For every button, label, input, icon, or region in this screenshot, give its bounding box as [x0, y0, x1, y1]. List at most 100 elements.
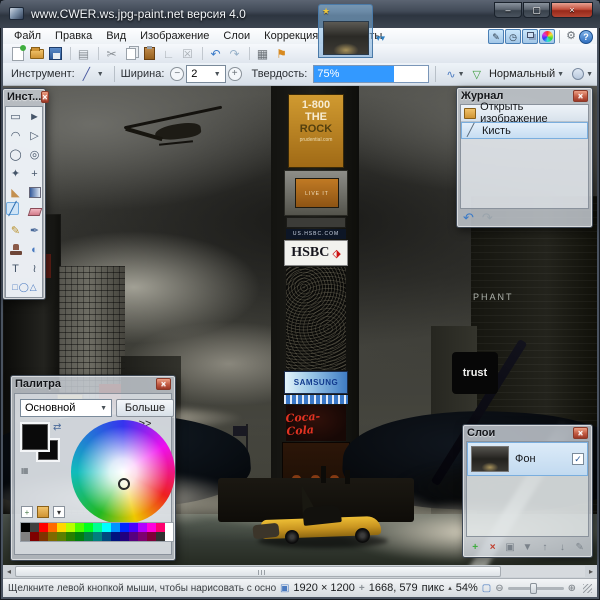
menu-Вид[interactable]: Вид	[99, 29, 133, 43]
color-swatch[interactable]	[84, 532, 93, 541]
tools-window-titlebar[interactable]: Инст... ×	[3, 89, 45, 105]
color-swatch[interactable]	[120, 523, 129, 532]
color-target-select[interactable]: Основной ▼	[20, 399, 112, 417]
layer-visible-checkbox[interactable]: ✓	[572, 453, 584, 465]
color-swatch[interactable]	[75, 523, 84, 532]
color-swatch[interactable]	[129, 532, 138, 541]
help-button[interactable]: ?	[579, 30, 593, 44]
color-swatch[interactable]	[66, 523, 75, 532]
crop-button[interactable]: ∟	[160, 46, 177, 62]
eraser-tool[interactable]	[25, 202, 44, 221]
color-swatch[interactable]	[66, 532, 75, 541]
redo-icon[interactable]: ↷	[482, 210, 493, 226]
undo-button[interactable]: ↶	[207, 46, 224, 62]
rectangle-select-tool[interactable]: ▭	[6, 107, 25, 126]
magic-wand-tool[interactable]: ✦	[6, 164, 25, 183]
zoom-out-icon[interactable]: ⊖	[495, 583, 503, 594]
antialiasing-button[interactable]: ▽	[469, 65, 485, 83]
minimize-button[interactable]: –	[494, 2, 522, 18]
delete-layer-button[interactable]: ×	[485, 540, 499, 555]
move-layer-down-button[interactable]: ↓	[555, 540, 569, 555]
clone-stamp-tool[interactable]	[6, 240, 25, 259]
layers-window-toggle[interactable]	[522, 29, 538, 44]
palette-menu-icon[interactable]: ▾	[53, 506, 65, 518]
undo-icon[interactable]: ↶	[463, 210, 474, 226]
menu-Правка[interactable]: Правка	[48, 29, 99, 43]
scrollbar-thumb[interactable]	[15, 566, 501, 577]
color-swatch[interactable]	[57, 523, 66, 532]
color-picker-tool[interactable]: ✒	[25, 221, 44, 240]
paint-bucket-tool[interactable]: ◣	[6, 183, 25, 202]
duplicate-layer-button[interactable]: ▣	[503, 540, 517, 555]
image-tab[interactable]: ★	[318, 4, 373, 58]
zoom-slider[interactable]	[508, 587, 564, 590]
layer-row[interactable]: Фон✓	[467, 442, 588, 476]
history-item[interactable]: Открыть изображение	[461, 105, 588, 122]
close-icon[interactable]: ×	[573, 427, 588, 439]
new-file-button[interactable]	[9, 46, 26, 62]
color-swatch[interactable]	[21, 523, 30, 532]
color-swatch[interactable]	[21, 532, 30, 541]
color-swatch[interactable]	[48, 523, 57, 532]
zoom-slider-thumb[interactable]	[530, 583, 537, 594]
resize-grip[interactable]	[583, 584, 592, 593]
color-swatch[interactable]	[48, 532, 57, 541]
move-layer-up-button[interactable]: ↑	[538, 540, 552, 555]
current-tool-button[interactable]: ╱ ▼	[79, 65, 108, 83]
color-swatch[interactable]	[111, 532, 120, 541]
image-list-chevron-icon[interactable]: ▾▾	[376, 36, 388, 41]
width-combo[interactable]: 2 ▼	[186, 65, 226, 83]
ruler-button[interactable]: ⚑	[273, 46, 290, 62]
palette-folder-icon[interactable]	[37, 506, 49, 518]
color-swatch[interactable]	[147, 523, 156, 532]
lasso-select-tool[interactable]: ◠	[6, 126, 25, 145]
color-swatch[interactable]	[75, 532, 84, 541]
ellipse-select-tool[interactable]: ◯	[6, 145, 25, 164]
close-button[interactable]: ×	[551, 2, 593, 18]
colors-window-toggle[interactable]	[539, 29, 555, 44]
hardness-input[interactable]: 75%	[313, 65, 429, 83]
color-swatch[interactable]	[111, 523, 120, 532]
color-swatch[interactable]	[30, 523, 39, 532]
more-button[interactable]: Больше >>	[116, 399, 174, 417]
primary-color-swatch[interactable]	[22, 424, 48, 450]
gradient-tool[interactable]	[25, 183, 44, 202]
maximize-button[interactable]: ▢	[523, 2, 550, 18]
layers-window-titlebar[interactable]: Слои ×	[463, 425, 592, 441]
grid-button[interactable]: ▦	[254, 46, 271, 62]
settings-button[interactable]: ⚙	[563, 29, 579, 44]
swap-colors-icon[interactable]: ⇄	[53, 422, 61, 433]
tools-window-toggle[interactable]: ✎	[488, 29, 504, 44]
zoom-tool[interactable]: ◎	[25, 145, 44, 164]
add-layer-button[interactable]: +	[468, 540, 482, 555]
color-swatch[interactable]	[138, 523, 147, 532]
layer-properties-button[interactable]: ✎	[573, 540, 587, 555]
color-swatch[interactable]	[102, 523, 111, 532]
width-increase-button[interactable]: +	[228, 67, 242, 81]
close-icon[interactable]: ×	[156, 378, 171, 390]
shapes-tool[interactable]: □◯△	[6, 278, 44, 297]
color-wheel[interactable]	[71, 420, 175, 524]
deselect-button[interactable]: ☒	[179, 46, 196, 62]
cut-button[interactable]: ✂	[103, 46, 120, 62]
colors-window-titlebar[interactable]: Палитра ×	[11, 376, 175, 392]
zoom-in-icon[interactable]: ⊕	[568, 583, 576, 594]
selection-mode-button[interactable]: ▼	[568, 65, 597, 83]
color-swatch[interactable]	[84, 523, 93, 532]
close-icon[interactable]: ×	[41, 91, 48, 103]
brush-stroke-style-button[interactable]: ∿ ▼	[442, 65, 468, 83]
width-decrease-button[interactable]: −	[170, 67, 184, 81]
move-pixels-tool[interactable]: ►	[25, 107, 44, 126]
fit-window-icon[interactable]: ▢	[482, 583, 491, 594]
open-file-button[interactable]	[28, 46, 45, 62]
color-swatch[interactable]	[93, 523, 102, 532]
color-swatch[interactable]	[147, 532, 156, 541]
redo-button[interactable]: ↷	[226, 46, 243, 62]
print-button[interactable]: ▤	[75, 46, 92, 62]
title-bar[interactable]: www.CWER.ws.jpg-paint.net версия 4.0 – ▢…	[0, 0, 600, 28]
paste-button[interactable]	[141, 46, 158, 62]
horizontal-scrollbar[interactable]: ◂ ▸	[3, 565, 597, 578]
color-swatch[interactable]	[156, 523, 165, 532]
color-swatch[interactable]	[129, 523, 138, 532]
history-window-toggle[interactable]: ◷	[505, 29, 521, 44]
